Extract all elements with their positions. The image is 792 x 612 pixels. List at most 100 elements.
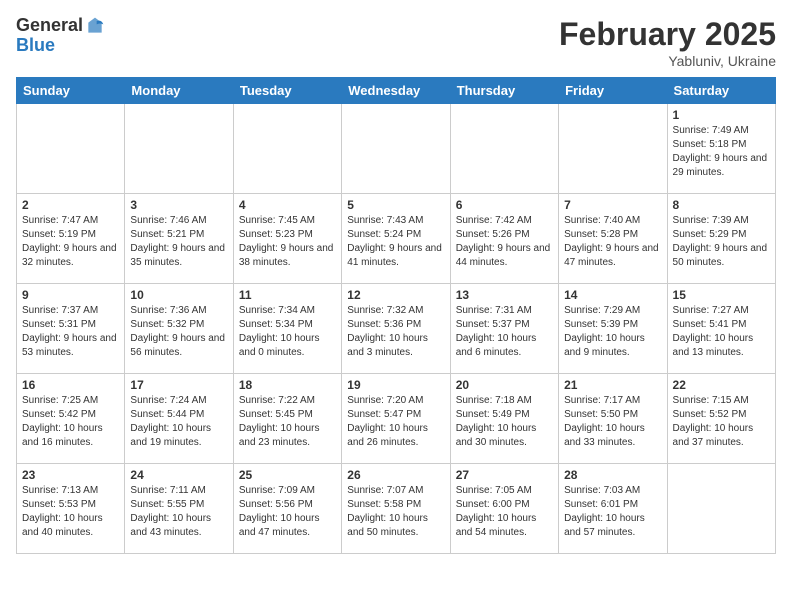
day-number: 14	[564, 288, 661, 302]
day-info: Sunrise: 7:24 AM Sunset: 5:44 PM Dayligh…	[130, 394, 227, 450]
calendar-day-cell: 24 Sunrise: 7:11 AM Sunset: 5:55 PM Dayli…	[125, 464, 233, 554]
day-number: 5	[347, 198, 444, 212]
day-number: 7	[564, 198, 661, 212]
calendar-header-row: SundayMondayTuesdayWednesdayThursdayFrid…	[17, 78, 776, 104]
calendar-day-cell: 8 Sunrise: 7:39 AM Sunset: 5:29 PM Daylig…	[667, 194, 775, 284]
logo-blue-text: Blue	[16, 36, 105, 56]
calendar-day-cell: 7 Sunrise: 7:40 AM Sunset: 5:28 PM Daylig…	[559, 194, 667, 284]
calendar-day-cell: 4 Sunrise: 7:45 AM Sunset: 5:23 PM Daylig…	[233, 194, 341, 284]
calendar-day-cell	[450, 104, 558, 194]
day-number: 3	[130, 198, 227, 212]
calendar-day-cell: 5 Sunrise: 7:43 AM Sunset: 5:24 PM Daylig…	[342, 194, 450, 284]
weekday-header: Saturday	[667, 78, 775, 104]
day-info: Sunrise: 7:45 AM Sunset: 5:23 PM Dayligh…	[239, 214, 336, 270]
calendar-day-cell: 20 Sunrise: 7:18 AM Sunset: 5:49 PM Dayli…	[450, 374, 558, 464]
day-info: Sunrise: 7:49 AM Sunset: 5:18 PM Dayligh…	[673, 124, 770, 180]
day-number: 24	[130, 468, 227, 482]
day-info: Sunrise: 7:47 AM Sunset: 5:19 PM Dayligh…	[22, 214, 119, 270]
day-info: Sunrise: 7:03 AM Sunset: 6:01 PM Dayligh…	[564, 484, 661, 540]
day-number: 25	[239, 468, 336, 482]
day-number: 10	[130, 288, 227, 302]
calendar-day-cell: 28 Sunrise: 7:03 AM Sunset: 6:01 PM Dayli…	[559, 464, 667, 554]
calendar-day-cell	[233, 104, 341, 194]
calendar-day-cell	[342, 104, 450, 194]
day-number: 27	[456, 468, 553, 482]
day-number: 12	[347, 288, 444, 302]
day-info: Sunrise: 7:09 AM Sunset: 5:56 PM Dayligh…	[239, 484, 336, 540]
day-info: Sunrise: 7:17 AM Sunset: 5:50 PM Dayligh…	[564, 394, 661, 450]
month-title: February 2025	[559, 16, 776, 53]
calendar-day-cell: 17 Sunrise: 7:24 AM Sunset: 5:44 PM Dayli…	[125, 374, 233, 464]
calendar-day-cell: 22 Sunrise: 7:15 AM Sunset: 5:52 PM Dayli…	[667, 374, 775, 464]
calendar-week-row: 9 Sunrise: 7:37 AM Sunset: 5:31 PM Daylig…	[17, 284, 776, 374]
calendar-day-cell: 21Sunrise: 7:17 AM Sunset: 5:50 PM Dayli…	[559, 374, 667, 464]
logo-icon	[85, 16, 105, 36]
calendar-day-cell: 11 Sunrise: 7:34 AM Sunset: 5:34 PM Dayli…	[233, 284, 341, 374]
day-number: 6	[456, 198, 553, 212]
calendar-day-cell: 9 Sunrise: 7:37 AM Sunset: 5:31 PM Daylig…	[17, 284, 125, 374]
day-number: 22	[673, 378, 770, 392]
day-number: 4	[239, 198, 336, 212]
day-info: Sunrise: 7:18 AM Sunset: 5:49 PM Dayligh…	[456, 394, 553, 450]
calendar-day-cell: 1 Sunrise: 7:49 AM Sunset: 5:18 PM Daylig…	[667, 104, 775, 194]
day-info: Sunrise: 7:42 AM Sunset: 5:26 PM Dayligh…	[456, 214, 553, 270]
calendar-day-cell: 18Sunrise: 7:22 AM Sunset: 5:45 PM Dayli…	[233, 374, 341, 464]
day-number: 1	[673, 108, 770, 122]
day-number: 17	[130, 378, 227, 392]
calendar-day-cell: 13 Sunrise: 7:31 AM Sunset: 5:37 PM Dayli…	[450, 284, 558, 374]
calendar-week-row: 1 Sunrise: 7:49 AM Sunset: 5:18 PM Daylig…	[17, 104, 776, 194]
weekday-header: Tuesday	[233, 78, 341, 104]
calendar-day-cell: 25 Sunrise: 7:09 AM Sunset: 5:56 PM Dayli…	[233, 464, 341, 554]
weekday-header: Sunday	[17, 78, 125, 104]
day-info: Sunrise: 7:27 AM Sunset: 5:41 PM Dayligh…	[673, 304, 770, 360]
calendar-day-cell: 26 Sunrise: 7:07 AM Sunset: 5:58 PM Dayli…	[342, 464, 450, 554]
calendar-day-cell: 27Sunrise: 7:05 AM Sunset: 6:00 PM Dayli…	[450, 464, 558, 554]
day-number: 16	[22, 378, 119, 392]
weekday-header: Monday	[125, 78, 233, 104]
day-number: 23	[22, 468, 119, 482]
weekday-header: Thursday	[450, 78, 558, 104]
day-number: 8	[673, 198, 770, 212]
calendar-week-row: 16 Sunrise: 7:25 AM Sunset: 5:42 PM Dayli…	[17, 374, 776, 464]
day-info: Sunrise: 7:37 AM Sunset: 5:31 PM Dayligh…	[22, 304, 119, 360]
day-info: Sunrise: 7:20 AM Sunset: 5:47 PM Dayligh…	[347, 394, 444, 450]
day-number: 11	[239, 288, 336, 302]
day-number: 9	[22, 288, 119, 302]
day-info: Sunrise: 7:07 AM Sunset: 5:58 PM Dayligh…	[347, 484, 444, 540]
day-number: 15	[673, 288, 770, 302]
calendar-day-cell: 10 Sunrise: 7:36 AM Sunset: 5:32 PM Dayli…	[125, 284, 233, 374]
calendar-day-cell: 12 Sunrise: 7:32 AM Sunset: 5:36 PM Dayli…	[342, 284, 450, 374]
day-info: Sunrise: 7:25 AM Sunset: 5:42 PM Dayligh…	[22, 394, 119, 450]
logo-general-text: General	[16, 16, 83, 36]
day-info: Sunrise: 7:31 AM Sunset: 5:37 PM Dayligh…	[456, 304, 553, 360]
calendar-table: SundayMondayTuesdayWednesdayThursdayFrid…	[16, 77, 776, 554]
calendar-day-cell: 16 Sunrise: 7:25 AM Sunset: 5:42 PM Dayli…	[17, 374, 125, 464]
calendar-day-cell: 19Sunrise: 7:20 AM Sunset: 5:47 PM Dayli…	[342, 374, 450, 464]
calendar-week-row: 2 Sunrise: 7:47 AM Sunset: 5:19 PM Daylig…	[17, 194, 776, 284]
calendar-day-cell	[667, 464, 775, 554]
day-number: 20	[456, 378, 553, 392]
day-info: Sunrise: 7:46 AM Sunset: 5:21 PM Dayligh…	[130, 214, 227, 270]
day-info: Sunrise: 7:11 AM Sunset: 5:55 PM Dayligh…	[130, 484, 227, 540]
day-info: Sunrise: 7:15 AM Sunset: 5:52 PM Dayligh…	[673, 394, 770, 450]
calendar-day-cell	[17, 104, 125, 194]
day-info: Sunrise: 7:32 AM Sunset: 5:36 PM Dayligh…	[347, 304, 444, 360]
day-number: 18	[239, 378, 336, 392]
calendar-day-cell: 14 Sunrise: 7:29 AM Sunset: 5:39 PM Dayli…	[559, 284, 667, 374]
day-info: Sunrise: 7:29 AM Sunset: 5:39 PM Dayligh…	[564, 304, 661, 360]
day-number: 2	[22, 198, 119, 212]
day-info: Sunrise: 7:34 AM Sunset: 5:34 PM Dayligh…	[239, 304, 336, 360]
day-number: 13	[456, 288, 553, 302]
calendar-day-cell: 15 Sunrise: 7:27 AM Sunset: 5:41 PM Dayli…	[667, 284, 775, 374]
logo: General Blue	[16, 16, 105, 56]
weekday-header: Wednesday	[342, 78, 450, 104]
page-header: General Blue February 2025 Yabluniv, Ukr…	[16, 16, 776, 69]
day-number: 28	[564, 468, 661, 482]
day-info: Sunrise: 7:36 AM Sunset: 5:32 PM Dayligh…	[130, 304, 227, 360]
day-info: Sunrise: 7:13 AM Sunset: 5:53 PM Dayligh…	[22, 484, 119, 540]
day-info: Sunrise: 7:43 AM Sunset: 5:24 PM Dayligh…	[347, 214, 444, 270]
calendar-day-cell: 3 Sunrise: 7:46 AM Sunset: 5:21 PM Daylig…	[125, 194, 233, 284]
day-number: 26	[347, 468, 444, 482]
day-info: Sunrise: 7:40 AM Sunset: 5:28 PM Dayligh…	[564, 214, 661, 270]
day-info: Sunrise: 7:39 AM Sunset: 5:29 PM Dayligh…	[673, 214, 770, 270]
